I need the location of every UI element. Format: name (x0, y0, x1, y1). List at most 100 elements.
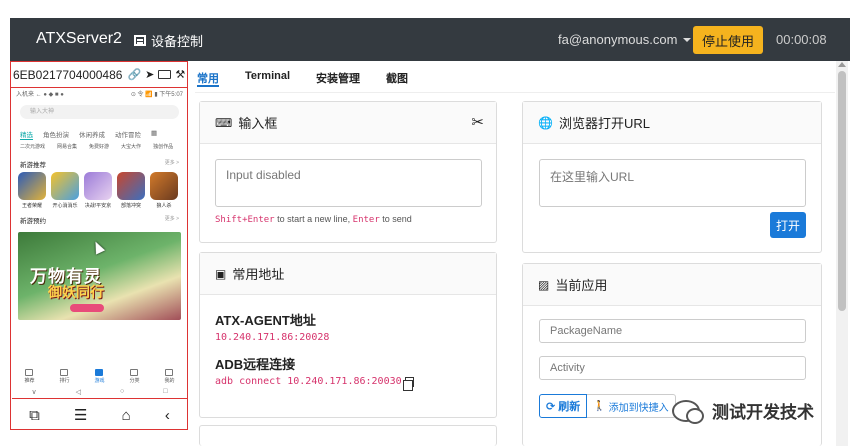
device-control-bar: ⧉ ☰ ⌂ ‹ (12, 401, 187, 429)
subcategory-item[interactable]: 独创作品 (153, 143, 173, 150)
hammer-icon[interactable]: ⚒ (175, 68, 185, 81)
atx-agent-title: ATX-AGENT地址 (215, 313, 316, 328)
user-menu[interactable]: fa@anonymous.com (558, 32, 692, 47)
game-item[interactable]: 决战!平安京 (84, 172, 112, 209)
tools-icon[interactable]: ✂ (471, 113, 484, 131)
more-link[interactable]: 更多 > (165, 215, 179, 225)
scroll-thumb[interactable] (838, 71, 846, 311)
stop-using-button[interactable]: 停止使用 (693, 26, 763, 54)
copy-icon[interactable] (402, 376, 414, 391)
phone-tab[interactable]: 休闲养成 (79, 129, 105, 140)
next-card-partial (199, 425, 497, 446)
tab-install[interactable]: 安装管理 (316, 67, 360, 87)
adb-command: adb connect 10.240.171.86:20030 (215, 376, 414, 391)
tab-label: 排行 (59, 378, 70, 384)
link-icon[interactable]: 🔗 (127, 68, 141, 81)
adb-command-text: adb connect 10.240.171.86:20030 (215, 376, 402, 387)
device-header: 6EB0217704000486 🔗 ➤ ⚒ (11, 62, 187, 88)
game-item[interactable]: 开心消消乐 (51, 172, 79, 209)
brand-logo[interactable]: ATXServer2 (36, 30, 122, 48)
recents-icon[interactable]: □ (163, 388, 167, 396)
subcategory-item[interactable]: 免费好游 (89, 143, 109, 150)
game-item[interactable]: 王者荣耀 (18, 172, 46, 209)
hint-key-enter: Enter (352, 215, 380, 225)
phone-bottom-tab[interactable]: 推荐 (24, 369, 35, 384)
refresh-icon: ⟳ (546, 400, 556, 413)
session-timer: 00:00:08 (776, 32, 827, 47)
browser-title: 浏览器打开URL (558, 116, 650, 131)
phone-tab[interactable]: 动作冒险 (115, 129, 141, 140)
phone-bottom-tab[interactable]: 分类 (129, 369, 140, 384)
phone-bottom-tab[interactable]: 我的 (164, 369, 175, 384)
subcategory-item[interactable]: 大宝大作 (121, 143, 141, 150)
hint-text: to start a new line, (274, 214, 353, 224)
keyboard-icon[interactable] (158, 70, 172, 79)
keyboard-icon: ⌨ (215, 115, 233, 130)
activity-field[interactable]: Activity (539, 356, 806, 380)
back-icon[interactable]: ‹ (165, 407, 170, 424)
grid-icon[interactable]: ▦ (151, 129, 157, 140)
input-hint: Shift+Enter to start a new line, Enter t… (215, 214, 412, 225)
add-shortcut-button[interactable]: 🚶 添加到快捷入 (587, 394, 676, 418)
atx-agent-address: 10.240.171.86:20028 (215, 332, 330, 343)
device-control-label: 设备控制 (151, 34, 204, 49)
collapse-icon[interactable]: ∨ (32, 388, 37, 396)
url-input[interactable]: 在这里输入URL (539, 159, 806, 207)
top-navbar: ATXServer2 设备控制 fa@anonymous.com 停止使用 00… (10, 18, 850, 61)
home-icon[interactable]: ○ (120, 388, 124, 396)
text-input-area[interactable]: Input disabled (215, 159, 482, 207)
scroll-up-icon[interactable] (838, 62, 846, 67)
tab-icon (165, 369, 174, 376)
pointer-icon[interactable]: ➤ (145, 68, 154, 81)
current-app-header: ▨ 当前应用 (523, 264, 821, 306)
watermark-text: 测试开发技术 (712, 403, 814, 422)
game-icon (18, 172, 46, 200)
subcategory-item[interactable]: 二次元游戏 (20, 143, 45, 150)
phone-subcategory-row: 二次元游戏 网易合集 免费好游 大宝大作 独创作品 (12, 140, 187, 153)
new-games-title: 新游预约 (20, 218, 46, 225)
refresh-label: 刷新 (558, 401, 581, 413)
tab-common[interactable]: 常用 (197, 67, 219, 87)
add-shortcut-label: 添加到快捷入 (608, 402, 669, 414)
tab-screenshot[interactable]: 截图 (386, 67, 408, 87)
subcategory-item[interactable]: 网易合集 (57, 143, 77, 150)
phone-tab[interactable]: 精选 (20, 129, 33, 140)
browser-open-url-card: 🌐 浏览器打开URL 在这里输入URL 打开 (522, 101, 822, 253)
android-nav-bar: ∨ ◁ ○ □ (12, 388, 187, 396)
recommend-section-title: 新游推荐 更多 > (12, 153, 187, 172)
menu-icon[interactable]: ☰ (74, 406, 87, 424)
refresh-button[interactable]: ⟳ 刷新 (539, 394, 588, 418)
device-serial: 6EB0217704000486 (13, 67, 123, 82)
back-icon[interactable]: ◁ (76, 388, 81, 396)
caret-down-icon (683, 37, 692, 42)
main-tabs: 常用 Terminal 安装管理 截图 (197, 67, 434, 87)
current-app-title: 当前应用 (555, 278, 608, 293)
tab-icon (130, 369, 139, 376)
phone-search-box[interactable]: 输入大神 (20, 105, 179, 119)
app-action-buttons: ⟳ 刷新 🚶 添加到快捷入 (539, 394, 676, 418)
package-name-field[interactable]: PackageName (539, 319, 806, 343)
phone-bottom-tab[interactable]: 排行 (59, 369, 70, 384)
phone-tab[interactable]: 角色扮演 (43, 129, 69, 140)
game-label: 决战!平安京 (84, 203, 112, 209)
phone-category-tabs: 精选 角色扮演 休闲养成 动作冒险 ▦ (12, 119, 187, 140)
game-label: 王者荣耀 (21, 203, 42, 209)
game-icon (84, 172, 112, 200)
game-icon (51, 172, 79, 200)
tab-label: 推荐 (24, 378, 35, 384)
tab-divider (195, 92, 835, 93)
phone-bottom-tab[interactable]: 游戏 (94, 369, 105, 384)
scrollbar[interactable] (836, 61, 848, 446)
game-item[interactable]: 部落冲突 (117, 172, 145, 209)
device-control-link[interactable]: 设备控制 (134, 31, 203, 50)
hint-text-end: to send (379, 214, 412, 224)
open-url-button[interactable]: 打开 (770, 212, 806, 238)
home-icon[interactable]: ⌂ (122, 407, 131, 424)
more-link[interactable]: 更多 > (165, 159, 179, 169)
tab-terminal[interactable]: Terminal (245, 67, 290, 87)
recent-apps-icon[interactable]: ⧉ (29, 407, 40, 424)
game-item[interactable]: 狼人杀 (150, 172, 178, 209)
game-label: 开心消消乐 (52, 203, 78, 209)
user-email: fa@anonymous.com (558, 32, 678, 47)
globe-icon: 🌐 (538, 115, 553, 130)
